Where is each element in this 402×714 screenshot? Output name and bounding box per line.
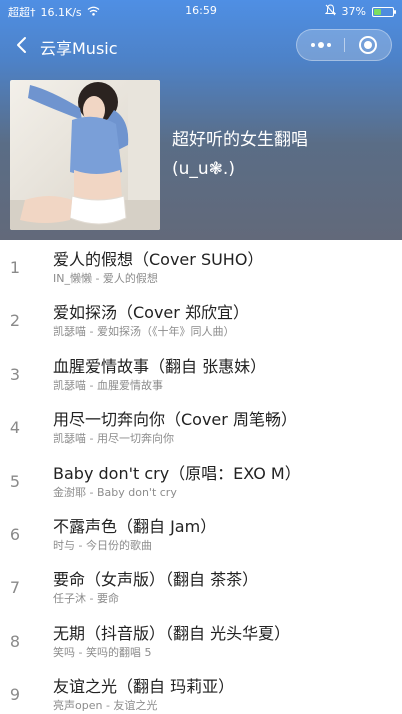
song-number: 7 (9, 578, 21, 598)
capsule-divider (344, 38, 345, 52)
song-number: 3 (9, 364, 21, 384)
song-item[interactable]: 3 血腥爱情故事（翻自 张惠妹） 凯瑟喵 - 血腥爱情故事 (0, 347, 402, 400)
playlist-title-line2: (u_u❃.) (172, 159, 235, 179)
header-background: 超超† 16.1K/s 16:59 37% 云享Music 超好听的女生翻唱 (… (0, 0, 402, 240)
song-artist-album: 时与 - 今日份的歌曲 (53, 538, 152, 552)
song-title: 友谊之光（翻自 玛莉亚） (53, 677, 235, 697)
song-title: 爱人的假想（Cover SUHO） (53, 250, 264, 269)
playlist-cover-image (10, 80, 160, 230)
battery-icon (372, 6, 396, 17)
song-number: 1 (9, 258, 21, 277)
back-button[interactable] (10, 33, 32, 57)
song-number: 6 (9, 524, 21, 544)
song-item[interactable]: 9 友谊之光（翻自 玛莉亚） 亮声open - 友谊之光 (0, 667, 402, 714)
clock: 16:59 (185, 4, 217, 17)
app-title: 云享Music (40, 39, 118, 58)
song-item[interactable]: 1 爱人的假想（Cover SUHO） IN_懒懒 - 爱人的假想 (0, 240, 402, 293)
back-arrow-icon (17, 37, 26, 53)
song-number: 8 (9, 631, 21, 651)
song-artist-album: 亮声open - 友谊之光 (53, 699, 158, 713)
song-number: 5 (9, 471, 21, 491)
song-title: 无期（抖音版）（翻自 光头华夏） (53, 623, 291, 643)
song-item[interactable]: 4 用尽一切奔向你（Cover 周笔畅） 凯瑟喵 - 用尽一切奔向你 (0, 400, 402, 453)
more-icon (310, 42, 331, 48)
playlist-title: 超好听的女生翻唱 (u_u❃.) (172, 126, 308, 184)
playlist-title-line1: 超好听的女生翻唱 (172, 130, 308, 150)
song-title: 要命（女声版）（翻自 茶茶） (53, 570, 259, 590)
song-item[interactable]: 6 不露声色（翻自 Jam） 时与 - 今日份的歌曲 (0, 507, 402, 560)
song-artist-album: 任子沐 - 要命 (53, 592, 119, 606)
song-title: 用尽一切奔向你（Cover 周笔畅） (53, 410, 297, 430)
song-artist-album: IN_懒懒 - 爱人的假想 (53, 272, 158, 285)
song-number: 9 (9, 685, 21, 705)
mini-program-capsule (296, 29, 392, 61)
song-title: 爱如探汤（Cover 郑欣宜） (53, 303, 249, 323)
song-title: Baby don't cry（原唱：EXO M） (53, 463, 301, 483)
battery-percent: 37% (341, 5, 366, 18)
song-artist-album: 凯瑟喵 - 用尽一切奔向你 (53, 432, 174, 446)
song-item[interactable]: 2 爱如探汤（Cover 郑欣宜） 凯瑟喵 - 爱如探汤（《十年》同人曲） (0, 293, 402, 346)
song-item[interactable]: 7 要命（女声版）（翻自 茶茶） 任子沐 - 要命 (0, 560, 402, 613)
song-number: 4 (9, 418, 21, 438)
song-artist-album: 金澍耶 - Baby don't cry (53, 485, 177, 499)
song-list: 1 爱人的假想（Cover SUHO） IN_懒懒 - 爱人的假想 2 爱如探汤… (0, 240, 402, 714)
close-mini-program-icon[interactable] (359, 36, 377, 54)
song-number: 2 (9, 311, 21, 331)
song-title: 血腥爱情故事（翻自 张惠妹） (53, 356, 267, 376)
song-artist-album: 凯瑟喵 - 血腥爱情故事 (53, 378, 163, 392)
song-item[interactable]: 8 无期（抖音版）（翻自 光头华夏） 笑吗 - 笑吗的翻唱 5 (0, 614, 402, 667)
song-title: 不露声色（翻自 Jam） (53, 516, 217, 536)
navigation-bar: 云享Music (0, 22, 402, 68)
more-button[interactable] (297, 30, 344, 60)
song-artist-album: 凯瑟喵 - 爱如探汤（《十年》同人曲） (53, 325, 235, 339)
mute-icon (324, 4, 336, 19)
song-artist-album: 笑吗 - 笑吗的翻唱 5 (53, 645, 152, 659)
song-item[interactable]: 5 Baby don't cry（原唱：EXO M） 金澍耶 - Baby do… (0, 454, 402, 507)
status-bar: 超超† 16.1K/s 16:59 37% (0, 0, 402, 22)
